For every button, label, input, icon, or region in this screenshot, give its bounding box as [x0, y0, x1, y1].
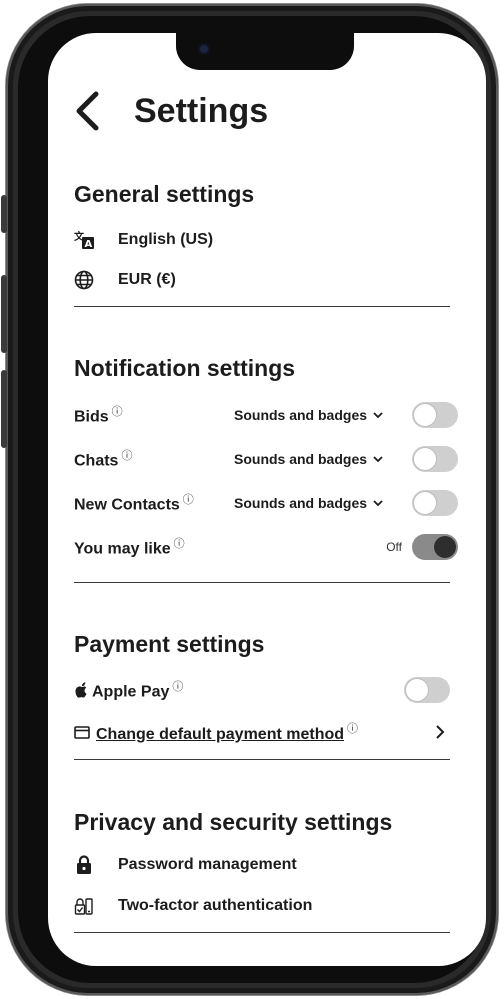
front-camera [198, 43, 210, 55]
notification-label: You may like [74, 540, 171, 558]
notification-label: New Contacts [74, 496, 180, 514]
info-icon[interactable]: ⓘ [347, 723, 358, 735]
chevron-right-icon[interactable] [434, 724, 446, 740]
notification-option-dropdown[interactable]: Sounds and badges [234, 451, 383, 467]
credit-card-icon [74, 722, 90, 742]
lock-icon [74, 855, 94, 875]
currency-row[interactable]: EUR (€) [74, 266, 450, 294]
two-factor-icon [74, 896, 94, 916]
apple-pay-toggle[interactable] [404, 677, 450, 703]
language-label: English (US) [118, 231, 214, 248]
notification-label: Bids [74, 408, 109, 426]
info-icon[interactable]: ⓘ [183, 494, 194, 506]
chevron-left-icon[interactable] [74, 90, 104, 132]
notch [176, 33, 354, 70]
chevron-down-icon [373, 500, 383, 507]
bids-toggle[interactable] [412, 402, 458, 428]
payment-settings-title: Payment settings [74, 631, 265, 657]
two-factor-label: Two-factor authentication [118, 897, 313, 914]
notification-row-you-may-like: You may like ⓘ Off [74, 533, 458, 561]
info-icon[interactable]: ⓘ [112, 406, 123, 418]
you-may-like-toggle[interactable] [412, 534, 458, 560]
notification-label: Chats [74, 452, 119, 470]
privacy-settings-title: Privacy and security settings [74, 809, 393, 835]
svg-text:A: A [85, 239, 93, 250]
change-payment-method-link[interactable]: Change default payment method [96, 726, 344, 743]
page-title: Settings [134, 91, 269, 130]
divider [74, 306, 450, 307]
header: Settings [74, 85, 268, 137]
change-payment-method-row[interactable]: Change default payment method ⓘ [74, 718, 450, 746]
notification-settings-title: Notification settings [74, 355, 296, 381]
info-icon[interactable]: ⓘ [121, 450, 132, 462]
apple-icon [74, 680, 90, 700]
apple-pay-row: Apple Pay ⓘ [74, 676, 450, 704]
notification-option-dropdown[interactable]: Sounds and badges [234, 407, 383, 423]
general-settings-title: General settings [74, 181, 255, 207]
volume-up-button [1, 275, 7, 353]
password-management-label: Password management [118, 856, 297, 873]
info-icon[interactable]: ⓘ [172, 681, 183, 693]
mute-switch [1, 195, 7, 233]
volume-down-button [1, 370, 7, 448]
notification-option-dropdown[interactable]: Sounds and badges [234, 495, 383, 511]
language-row[interactable]: 文 A English (US) [74, 226, 450, 254]
password-management-row[interactable]: Password management [74, 851, 450, 879]
divider [74, 759, 450, 760]
notification-row-bids: Bids ⓘ Sounds and badges [74, 401, 458, 429]
currency-label: EUR (€) [118, 271, 176, 288]
globe-icon [74, 270, 94, 290]
chats-toggle[interactable] [412, 446, 458, 472]
toggle-status-text: Off [386, 540, 402, 554]
notification-row-chats: Chats ⓘ Sounds and badges [74, 445, 458, 473]
notification-row-new-contacts: New Contacts ⓘ Sounds and badges [74, 489, 458, 517]
divider [74, 582, 450, 583]
two-factor-row[interactable]: Two-factor authentication [74, 892, 450, 920]
new-contacts-toggle[interactable] [412, 490, 458, 516]
chevron-down-icon [373, 412, 383, 419]
info-icon[interactable]: ⓘ [174, 538, 185, 550]
apple-pay-label: Apple Pay [92, 683, 170, 701]
divider [74, 932, 450, 933]
screen: Settings General settings 文 A English (U… [48, 33, 486, 966]
chevron-down-icon [373, 456, 383, 463]
translate-icon: 文 A [74, 230, 94, 250]
